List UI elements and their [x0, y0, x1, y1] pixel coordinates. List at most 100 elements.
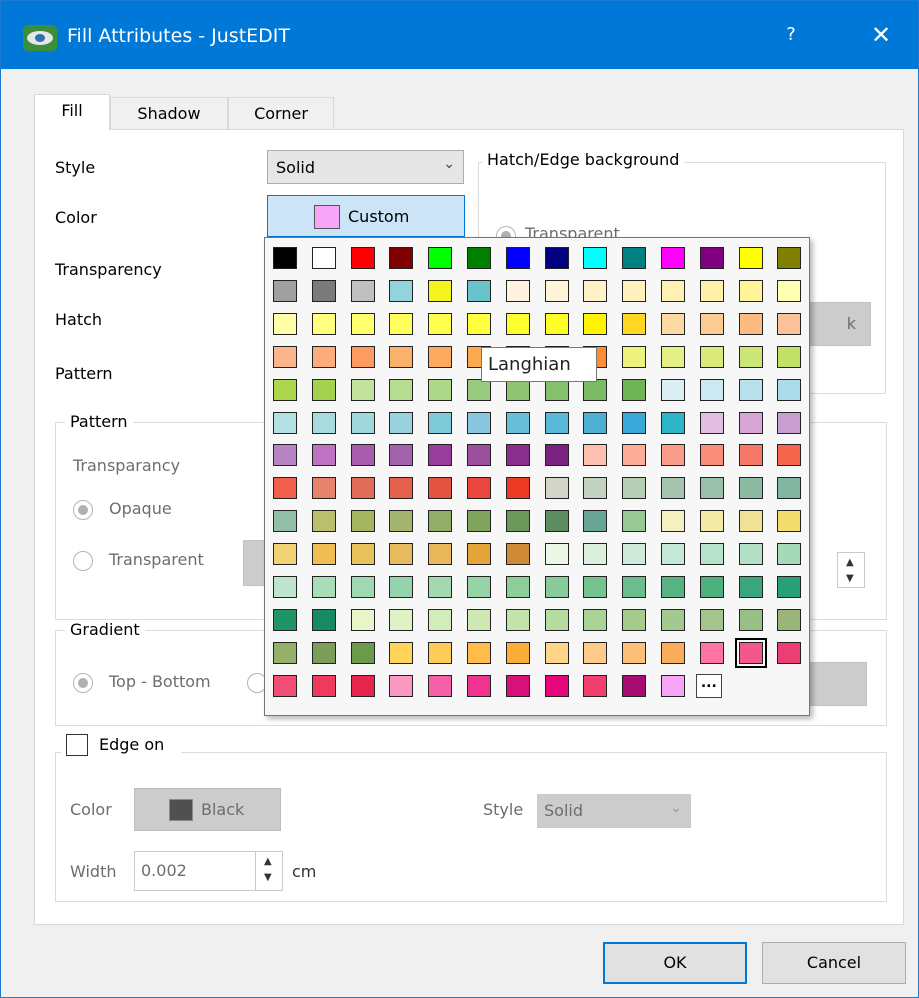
palette-swatch[interactable] — [622, 444, 647, 467]
palette-swatch[interactable] — [583, 279, 608, 302]
palette-swatch[interactable] — [350, 674, 375, 697]
palette-swatch[interactable] — [350, 510, 375, 533]
palette-swatch[interactable] — [467, 312, 491, 335]
palette-swatch[interactable] — [505, 543, 530, 566]
palette-swatch[interactable] — [777, 543, 802, 566]
palette-swatch[interactable] — [622, 543, 647, 566]
palette-swatch[interactable] — [273, 345, 297, 368]
palette-swatch[interactable] — [428, 378, 453, 401]
palette-swatch[interactable] — [544, 576, 569, 598]
palette-swatch[interactable] — [350, 576, 375, 598]
tab-fill[interactable]: Fill — [34, 94, 110, 130]
palette-swatch[interactable] — [311, 543, 336, 566]
more-colors-button[interactable]: ... — [695, 673, 722, 698]
palette-swatch[interactable] — [467, 247, 491, 269]
palette-swatch[interactable] — [311, 641, 336, 664]
tab-shadow[interactable]: Shadow — [110, 97, 228, 131]
palette-swatch[interactable] — [544, 608, 569, 631]
palette-swatch[interactable] — [544, 477, 569, 500]
palette-swatch[interactable] — [699, 477, 724, 500]
palette-swatch[interactable] — [544, 279, 569, 302]
palette-swatch[interactable] — [350, 279, 375, 302]
palette-swatch[interactable] — [428, 674, 453, 697]
palette-swatch[interactable] — [428, 641, 453, 664]
palette-swatch[interactable] — [777, 279, 802, 302]
palette-swatch[interactable] — [273, 510, 297, 533]
palette-swatch[interactable] — [467, 608, 491, 631]
palette-swatch[interactable] — [505, 247, 530, 269]
edge-style-select[interactable]: Solid ⌄ — [537, 794, 691, 828]
edge-width-spinner[interactable]: ▲ ▼ — [255, 851, 283, 891]
close-button[interactable]: ✕ — [851, 15, 911, 55]
palette-swatch[interactable] — [583, 674, 608, 697]
palette-swatch[interactable] — [622, 411, 647, 434]
palette-swatch[interactable] — [583, 510, 608, 533]
ok-button[interactable]: OK — [603, 942, 747, 984]
palette-swatch[interactable] — [661, 674, 685, 697]
palette-swatch[interactable] — [699, 576, 724, 598]
palette-swatch[interactable] — [273, 247, 297, 269]
palette-swatch[interactable] — [350, 312, 375, 335]
palette-swatch[interactable] — [389, 510, 414, 533]
help-button[interactable]: ? — [761, 15, 821, 55]
palette-swatch[interactable] — [738, 543, 763, 566]
palette-swatch[interactable] — [544, 411, 569, 434]
palette-swatch[interactable] — [389, 674, 414, 697]
palette-swatch[interactable] — [777, 312, 802, 335]
palette-swatch[interactable] — [661, 411, 685, 434]
palette-swatch[interactable] — [699, 312, 724, 335]
palette-swatch[interactable] — [428, 444, 453, 467]
palette-swatch[interactable] — [622, 312, 647, 335]
palette-swatch[interactable] — [505, 674, 530, 697]
palette-swatch[interactable] — [311, 312, 336, 335]
palette-swatch[interactable] — [428, 510, 453, 533]
palette-swatch[interactable] — [350, 444, 375, 467]
palette-swatch[interactable] — [661, 510, 685, 533]
edge-color-button[interactable]: Black — [134, 788, 281, 831]
palette-swatch[interactable] — [311, 477, 336, 500]
gradient-top-bottom-radio[interactable] — [73, 673, 93, 693]
palette-swatch[interactable] — [699, 543, 724, 566]
palette-swatch[interactable] — [389, 279, 414, 302]
palette-swatch[interactable] — [350, 608, 375, 631]
palette-swatch[interactable] — [622, 510, 647, 533]
palette-swatch[interactable] — [661, 312, 685, 335]
palette-swatch[interactable] — [428, 576, 453, 598]
palette-swatch[interactable] — [699, 345, 724, 368]
palette-swatch[interactable] — [428, 279, 453, 302]
palette-swatch[interactable] — [777, 247, 802, 269]
palette-swatch[interactable] — [777, 378, 802, 401]
palette-swatch[interactable] — [622, 279, 647, 302]
palette-swatch[interactable] — [622, 674, 647, 697]
palette-swatch[interactable] — [734, 637, 767, 668]
palette-swatch[interactable] — [350, 411, 375, 434]
palette-swatch[interactable] — [699, 247, 724, 269]
palette-swatch[interactable] — [738, 608, 763, 631]
palette-swatch[interactable] — [467, 444, 491, 467]
palette-swatch[interactable] — [273, 608, 297, 631]
palette-swatch[interactable] — [311, 411, 336, 434]
palette-swatch[interactable] — [428, 543, 453, 566]
palette-swatch[interactable] — [350, 345, 375, 368]
tab-corner[interactable]: Corner — [228, 97, 334, 131]
palette-swatch[interactable] — [738, 444, 763, 467]
palette-swatch[interactable] — [428, 411, 453, 434]
palette-swatch[interactable] — [583, 247, 608, 269]
palette-swatch[interactable] — [544, 247, 569, 269]
palette-swatch[interactable] — [777, 477, 802, 500]
palette-swatch[interactable] — [467, 641, 491, 664]
palette-swatch[interactable] — [661, 378, 685, 401]
palette-swatch[interactable] — [777, 510, 802, 533]
palette-swatch[interactable] — [467, 576, 491, 598]
palette-swatch[interactable] — [583, 641, 608, 664]
palette-swatch[interactable] — [622, 247, 647, 269]
palette-swatch[interactable] — [699, 378, 724, 401]
palette-swatch[interactable] — [699, 641, 724, 664]
palette-swatch[interactable] — [661, 477, 685, 500]
palette-swatch[interactable] — [738, 279, 763, 302]
palette-swatch[interactable] — [350, 641, 375, 664]
palette-swatch[interactable] — [544, 543, 569, 566]
palette-swatch[interactable] — [273, 444, 297, 467]
palette-swatch[interactable] — [505, 312, 530, 335]
palette-swatch[interactable] — [350, 477, 375, 500]
